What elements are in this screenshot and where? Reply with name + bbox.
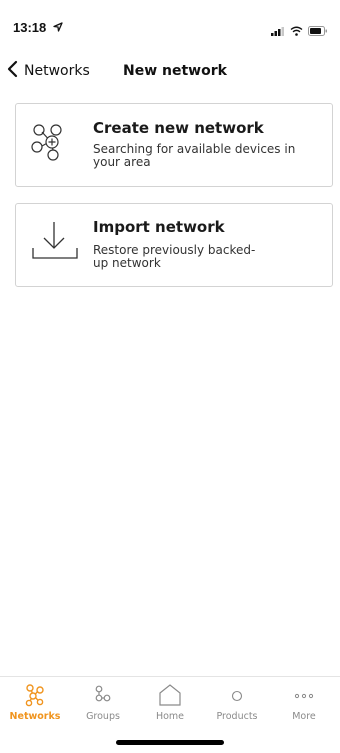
- tab-products[interactable]: Products: [203, 683, 271, 733]
- home-indicator: [116, 740, 224, 745]
- more-icon: [292, 683, 316, 707]
- import-network-description: Restore previously backed-up network: [93, 243, 256, 270]
- battery-icon: [308, 21, 328, 40]
- products-icon: [225, 683, 249, 707]
- new-network-screen: 13:18 Networks New network Create new ne…: [0, 0, 340, 753]
- chevron-left-icon: [6, 60, 20, 82]
- tab-label-groups: Groups: [86, 711, 120, 722]
- back-button[interactable]: Networks: [6, 60, 90, 82]
- wifi-icon: [290, 21, 303, 40]
- tab-groups[interactable]: Groups: [69, 683, 137, 733]
- navigation-bar: Networks New network: [0, 52, 340, 90]
- back-label: Networks: [24, 63, 90, 79]
- download-icon: [30, 218, 80, 268]
- groups-icon: [91, 683, 115, 707]
- import-network-card[interactable]: Import network Restore previously backed…: [15, 203, 333, 287]
- tab-networks[interactable]: Networks: [1, 683, 69, 733]
- tab-label-products: Products: [216, 711, 258, 722]
- status-time-container: 13:18: [13, 20, 63, 35]
- import-network-title: Import network: [93, 218, 225, 236]
- networks-icon: [23, 683, 47, 707]
- status-time: 13:18: [13, 20, 47, 35]
- network-add-icon: [30, 120, 80, 170]
- home-icon: [158, 683, 182, 707]
- create-network-card[interactable]: Create new network Searching for availab…: [15, 103, 333, 187]
- tab-more[interactable]: More: [270, 683, 338, 733]
- create-network-description: Searching for available devices in your …: [93, 142, 296, 169]
- tab-home[interactable]: Home: [136, 683, 204, 733]
- tab-label-networks: Networks: [9, 711, 61, 722]
- page-title: New network: [123, 63, 227, 79]
- location-arrow-icon: [53, 20, 63, 35]
- status-icons: [271, 21, 328, 40]
- signal-icon: [271, 21, 285, 40]
- create-network-title: Create new network: [93, 119, 264, 137]
- status-bar: 13:18: [0, 0, 340, 52]
- tab-label-more: More: [292, 711, 316, 722]
- tab-label-home: Home: [155, 711, 185, 722]
